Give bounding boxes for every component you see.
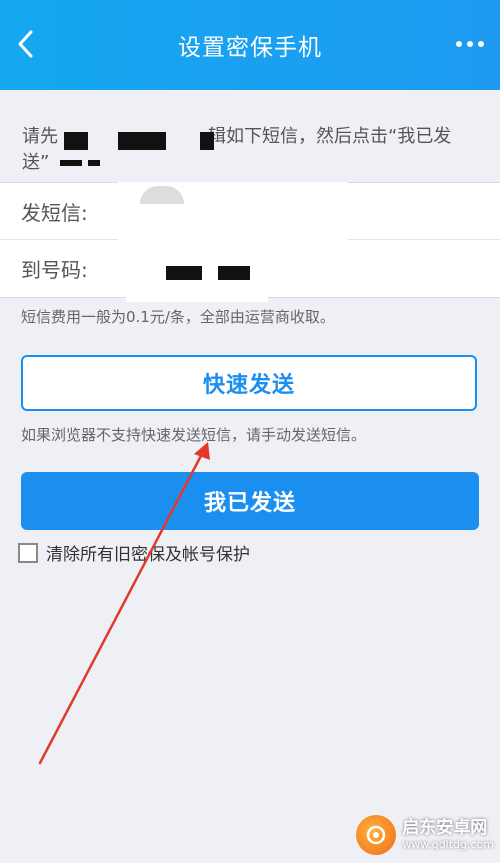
watermark-logo-icon <box>356 815 397 855</box>
clear-old-security-label: 清除所有旧密保及帐号保护 <box>46 545 250 565</box>
fast-send-button[interactable]: 快速发送 <box>21 355 477 411</box>
instruction-prefix: 请先 <box>22 126 58 147</box>
watermark-text: 启东安卓网 www.qdltdg.com <box>402 818 494 852</box>
clear-old-security-checkbox-row[interactable]: 清除所有旧密保及帐号保护 <box>18 540 250 565</box>
sms-label: 发短信: <box>21 200 88 225</box>
instruction-text: 请先 辑如下短信，然后点击“我已发 送” <box>22 124 478 176</box>
redaction-mark <box>200 132 214 150</box>
redaction-mark <box>64 132 88 150</box>
clear-old-security-checkbox[interactable] <box>18 542 38 563</box>
header-bar: 设置密保手机 <box>0 0 500 90</box>
more-button[interactable] <box>450 28 490 60</box>
redaction-mark <box>60 160 82 166</box>
more-dots-icon <box>456 41 462 47</box>
watermark: 启东安卓网 www.qdltdg.com <box>356 815 494 855</box>
instruction-suffix: 送” <box>22 152 50 173</box>
instruction-middle: 辑如下短信，然后点击“我已发 <box>208 126 452 147</box>
sent-button[interactable]: 我已发送 <box>21 472 479 530</box>
number-label: 到号码: <box>21 257 88 282</box>
redaction-mark <box>88 160 100 166</box>
redaction-mark <box>218 266 250 280</box>
fee-note: 短信费用一般为0.1元/条，全部由运营商收取。 <box>21 308 335 326</box>
watermark-name: 启东安卓网 <box>402 818 488 838</box>
page-title: 设置密保手机 <box>178 35 322 61</box>
redaction-mark <box>166 266 202 280</box>
redaction-mark <box>118 132 166 150</box>
browser-hint: 如果浏览器不支持快速发送短信，请手动发送短信。 <box>21 426 367 444</box>
watermark-url: www.qdltdg.com <box>402 838 494 851</box>
